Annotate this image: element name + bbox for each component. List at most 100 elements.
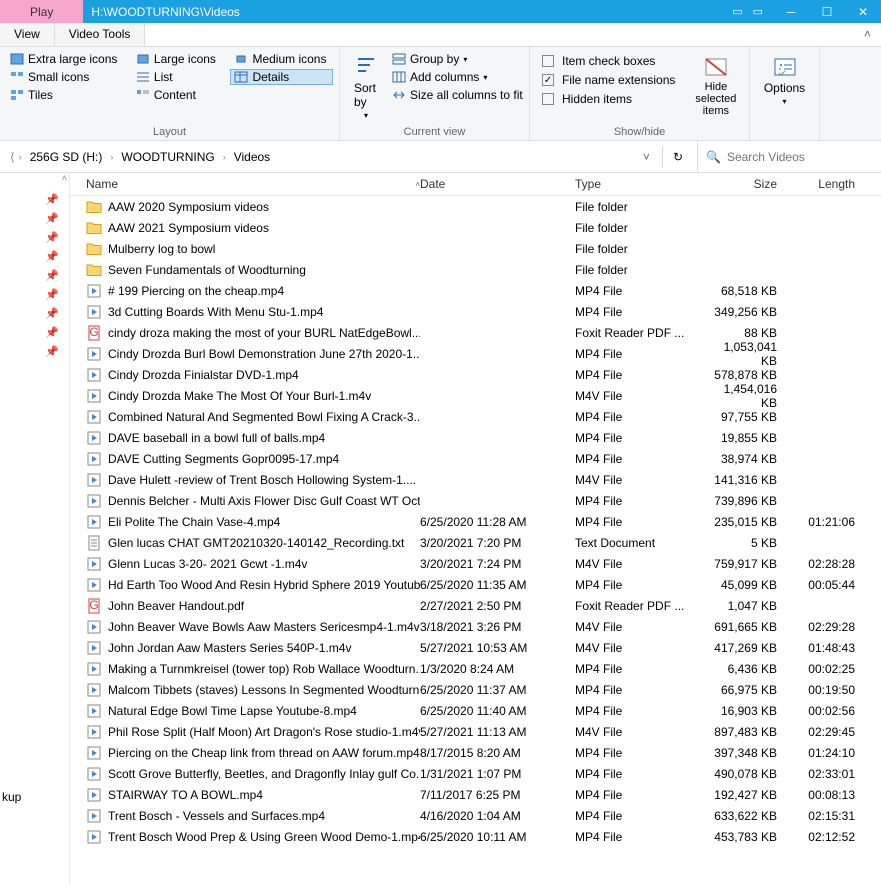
add-columns-button[interactable]: Add columns ▾ — [390, 69, 525, 85]
file-row[interactable]: Natural Edge Bowl Time Lapse Youtube-8.m… — [70, 700, 881, 721]
file-row[interactable]: Eli Polite The Chain Vase-4.mp46/25/2020… — [70, 511, 881, 532]
pin-icon[interactable]: 📌 — [45, 307, 59, 320]
picture-tools-icon[interactable]: ▭ — [732, 5, 742, 18]
file-row[interactable]: John Beaver Wave Bowls Aaw Masters Seric… — [70, 616, 881, 637]
file-row[interactable]: Malcom Tibbets (staves) Lessons In Segme… — [70, 679, 881, 700]
pin-icon[interactable]: 📌 — [45, 345, 59, 358]
layout-small[interactable]: Small icons — [6, 69, 124, 85]
breadcrumb-item[interactable]: Videos — [230, 148, 274, 166]
ribbon-collapse-button[interactable]: ˄ — [854, 23, 881, 46]
file-row[interactable]: GJohn Beaver Handout.pdf2/27/2021 2:50 P… — [70, 595, 881, 616]
breadcrumb-item[interactable]: 256G SD (H:) — [26, 148, 107, 166]
file-row[interactable]: Combined Natural And Segmented Bowl Fixi… — [70, 406, 881, 427]
sort-by-button[interactable]: Sort by ▾ — [346, 51, 386, 124]
file-row[interactable]: Phil Rose Split (Half Moon) Art Dragon's… — [70, 721, 881, 742]
file-row[interactable]: Trent Bosch - Vessels and Surfaces.mp44/… — [70, 805, 881, 826]
hide-selected-button[interactable]: Hide selected items — [687, 51, 744, 124]
file-row[interactable]: AAW 2020 Symposium videosFile folder — [70, 196, 881, 217]
column-length-header[interactable]: Length — [785, 177, 855, 191]
file-name-cell: Combined Natural And Segmented Bowl Fixi… — [70, 409, 420, 425]
file-size-cell: 6,436 KB — [705, 662, 785, 676]
pin-icon[interactable]: 📌 — [45, 326, 59, 339]
file-name-cell: AAW 2020 Symposium videos — [70, 199, 420, 215]
file-row[interactable]: Piercing on the Cheap link from thread o… — [70, 742, 881, 763]
layout-extra-large[interactable]: Extra large icons — [6, 51, 124, 67]
ribbon-icon[interactable]: ▭ — [753, 5, 763, 18]
file-date-cell: 1/31/2021 1:07 PM — [420, 767, 575, 781]
file-size-cell: 759,917 KB — [705, 557, 785, 571]
tab-view[interactable]: View — [0, 23, 55, 46]
file-type-cell: Foxit Reader PDF ... — [575, 326, 705, 340]
pin-icon[interactable]: 📌 — [45, 231, 59, 244]
file-row[interactable]: # 199 Piercing on the cheap.mp4MP4 File6… — [70, 280, 881, 301]
file-type-cell: M4V File — [575, 389, 705, 403]
pin-icon[interactable]: 📌 — [45, 193, 59, 206]
tab-video-tools[interactable]: Video Tools — [55, 23, 146, 46]
file-name-cell: Glen lucas CHAT GMT20210320-140142_Recor… — [70, 535, 420, 551]
maximize-button[interactable]: ☐ — [809, 0, 845, 23]
file-name-cell: DAVE baseball in a bowl full of balls.mp… — [70, 430, 420, 446]
breadcrumb-item[interactable]: WOODTURNING — [117, 148, 218, 166]
column-size-header[interactable]: Size — [705, 177, 785, 191]
file-row[interactable]: DAVE Cutting Segments Gopr0095-17.mp4MP4… — [70, 448, 881, 469]
file-name-text: John Beaver Handout.pdf — [108, 599, 244, 613]
refresh-button[interactable]: ↻ — [662, 146, 693, 168]
pin-icon[interactable]: 📌 — [45, 269, 59, 282]
quick-access-pins: 📌 📌 📌 📌 📌 📌 📌 📌 📌 — [2, 177, 67, 358]
play-tab[interactable]: Play — [0, 0, 83, 23]
file-row[interactable]: Glen lucas CHAT GMT20210320-140142_Recor… — [70, 532, 881, 553]
minimize-button[interactable]: ─ — [773, 0, 809, 23]
file-row[interactable]: Dennis Belcher - Multi Axis Flower Disc … — [70, 490, 881, 511]
file-row[interactable]: Seven Fundamentals of WoodturningFile fo… — [70, 259, 881, 280]
pin-icon[interactable]: 📌 — [45, 288, 59, 301]
file-name-text: STAIRWAY TO A BOWL.mp4 — [108, 788, 263, 802]
file-row[interactable]: Glenn Lucas 3-20- 2021 Gcwt -1.m4v3/20/2… — [70, 553, 881, 574]
search-box[interactable]: 🔍 — [697, 141, 877, 172]
layout-medium[interactable]: Medium icons — [230, 51, 333, 67]
file-row[interactable]: John Jordan Aaw Masters Series 540P-1.m4… — [70, 637, 881, 658]
breadcrumb[interactable]: ⟨ › 256G SD (H:) › WOODTURNING › Videos — [4, 148, 631, 166]
column-name-header[interactable]: Name˄ — [70, 177, 420, 191]
column-date-header[interactable]: Date — [420, 177, 575, 191]
layout-list[interactable]: List — [132, 69, 223, 85]
layout-content[interactable]: Content — [132, 87, 223, 103]
file-row[interactable]: AAW 2021 Symposium videosFile folder — [70, 217, 881, 238]
column-type-header[interactable]: Type — [575, 177, 705, 191]
layout-large[interactable]: Large icons — [132, 51, 223, 67]
layout-details[interactable]: Details — [230, 69, 333, 85]
chevron-right-icon: › — [19, 152, 22, 162]
file-row[interactable]: Mulberry log to bowlFile folder — [70, 238, 881, 259]
file-size-cell: 1,047 KB — [705, 599, 785, 613]
options-button[interactable]: Options ▾ — [756, 51, 813, 138]
mp4-icon — [86, 808, 102, 824]
file-date-cell: 6/25/2020 11:35 AM — [420, 578, 575, 592]
pin-icon[interactable]: 📌 — [45, 250, 59, 263]
file-row[interactable]: STAIRWAY TO A BOWL.mp47/11/2017 6:25 PMM… — [70, 784, 881, 805]
file-row[interactable]: Scott Grove Butterfly, Beetles, and Drag… — [70, 763, 881, 784]
file-row[interactable]: 3d Cutting Boards With Menu Stu-1.mp4MP4… — [70, 301, 881, 322]
chevron-down-icon: ▾ — [364, 111, 368, 120]
file-row[interactable]: Cindy Drozda Burl Bowl Demonstration Jun… — [70, 343, 881, 364]
chevron-down-icon: ▾ — [483, 73, 487, 82]
file-date-cell: 5/27/2021 10:53 AM — [420, 641, 575, 655]
address-dropdown[interactable]: ˅ — [635, 146, 658, 168]
item-check-boxes-toggle[interactable]: Item check boxes — [540, 53, 677, 69]
hidden-items-toggle[interactable]: Hidden items — [540, 91, 677, 107]
scroll-up-icon[interactable]: ˄ — [62, 173, 67, 183]
file-row[interactable]: Dave Hulett -review of Trent Bosch Hollo… — [70, 469, 881, 490]
file-row[interactable]: Hd Earth Too Wood And Resin Hybrid Spher… — [70, 574, 881, 595]
file-row[interactable]: Trent Bosch Wood Prep & Using Green Wood… — [70, 826, 881, 847]
folder-icon — [86, 220, 102, 236]
size-all-columns-button[interactable]: Size all columns to fit — [390, 87, 525, 103]
search-input[interactable] — [727, 150, 847, 164]
file-name-ext-toggle[interactable]: File name extensions — [540, 72, 677, 88]
file-row[interactable]: Making a Turnmkreisel (tower top) Rob Wa… — [70, 658, 881, 679]
details-icon — [234, 71, 248, 83]
close-button[interactable]: ✕ — [845, 0, 881, 23]
pin-icon[interactable]: 📌 — [45, 212, 59, 225]
file-row[interactable]: DAVE baseball in a bowl full of balls.mp… — [70, 427, 881, 448]
layout-tiles[interactable]: Tiles — [6, 87, 124, 103]
file-name-text: Glenn Lucas 3-20- 2021 Gcwt -1.m4v — [108, 557, 307, 571]
group-by-button[interactable]: Group by ▾ — [390, 51, 525, 67]
file-row[interactable]: Cindy Drozda Make The Most Of Your Burl-… — [70, 385, 881, 406]
